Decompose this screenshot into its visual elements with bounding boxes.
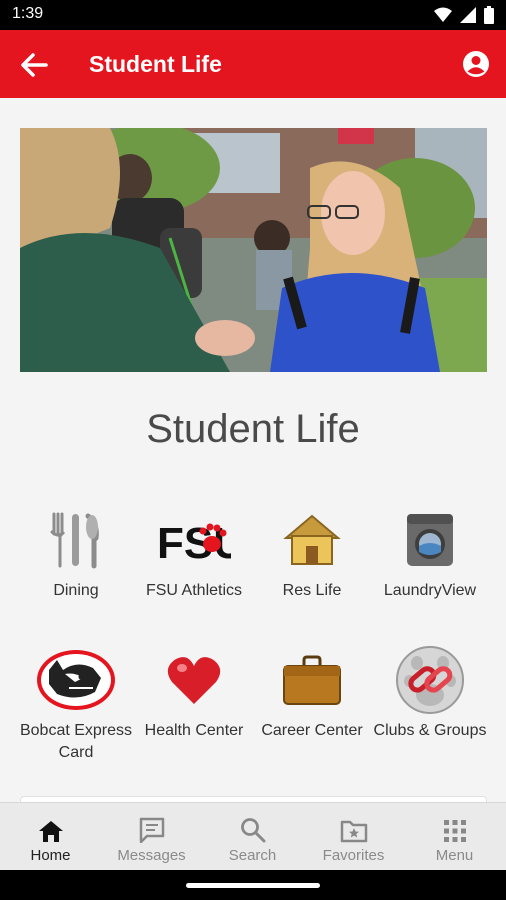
tile-label: Clubs & Groups <box>373 722 487 739</box>
favorites-folder-icon <box>340 820 367 843</box>
nav-label: Search <box>228 847 277 864</box>
tile-label: Bobcat Express Card <box>19 722 133 761</box>
nav-label: Messages <box>117 847 186 864</box>
page-heading: Student Life <box>146 407 360 451</box>
tile-bobcat-express-card[interactable]: Bobcat Express Card <box>17 644 135 764</box>
nav-home[interactable]: Home <box>0 803 101 871</box>
tile-label: Dining <box>53 582 99 599</box>
tile-label: FSU Athletics <box>145 582 243 599</box>
home-icon <box>38 821 63 842</box>
tile-fsu-athletics[interactable]: FSU FSU Athletics <box>135 504 253 602</box>
home-gesture-handle[interactable] <box>186 883 320 888</box>
nav-favorites[interactable]: Favorites <box>303 803 404 871</box>
nav-label: Home <box>30 847 71 864</box>
app-bar: Student Life <box>0 30 506 98</box>
signal-icon <box>460 7 476 23</box>
message-icon <box>139 817 164 843</box>
tile-laundryview[interactable]: LaundryView <box>371 504 489 602</box>
utensils-icon <box>50 512 99 569</box>
nav-menu[interactable]: Menu <box>404 803 505 871</box>
house-icon <box>283 514 341 565</box>
main-content[interactable]: Student Life Dining FSU FSU Athletics Re… <box>0 98 506 802</box>
tile-career-center[interactable]: Career Center <box>253 644 371 742</box>
briefcase-icon <box>283 655 341 705</box>
app-bar-title: Student Life <box>89 51 222 77</box>
fsu-logo-icon: FSU <box>135 504 253 576</box>
status-icons <box>434 6 494 24</box>
tile-label: LaundryView <box>383 582 477 599</box>
account-icon[interactable] <box>462 50 490 78</box>
heart-icon <box>167 657 221 704</box>
nav-label: Menu <box>435 847 474 864</box>
nav-search[interactable]: Search <box>202 803 303 871</box>
tile-label: Career Center <box>261 722 363 739</box>
hero-image <box>20 128 487 372</box>
back-arrow-icon[interactable] <box>18 49 50 81</box>
bobcat-icon <box>37 650 115 710</box>
search-icon <box>240 818 265 843</box>
nav-messages[interactable]: Messages <box>101 803 202 871</box>
bottom-nav: Home Messages Search Favorites Menu <box>0 802 506 870</box>
grid-menu-icon <box>443 820 466 842</box>
tile-label: Health Center <box>144 722 244 739</box>
status-time: 1:39 <box>12 5 44 22</box>
gesture-bar <box>0 870 506 900</box>
nav-label: Favorites <box>322 847 385 864</box>
battery-icon <box>484 6 494 24</box>
tile-label: Res Life <box>282 582 342 599</box>
wifi-icon <box>434 7 452 22</box>
chain-link-icon <box>396 646 464 714</box>
tile-clubs-groups[interactable]: Clubs & Groups <box>371 644 489 742</box>
tile-dining[interactable]: Dining <box>17 504 135 602</box>
tile-health-center[interactable]: Health Center <box>135 644 253 742</box>
washer-icon <box>407 514 453 566</box>
status-bar: 1:39 <box>0 0 506 30</box>
tile-res-life[interactable]: Res Life <box>253 504 371 602</box>
